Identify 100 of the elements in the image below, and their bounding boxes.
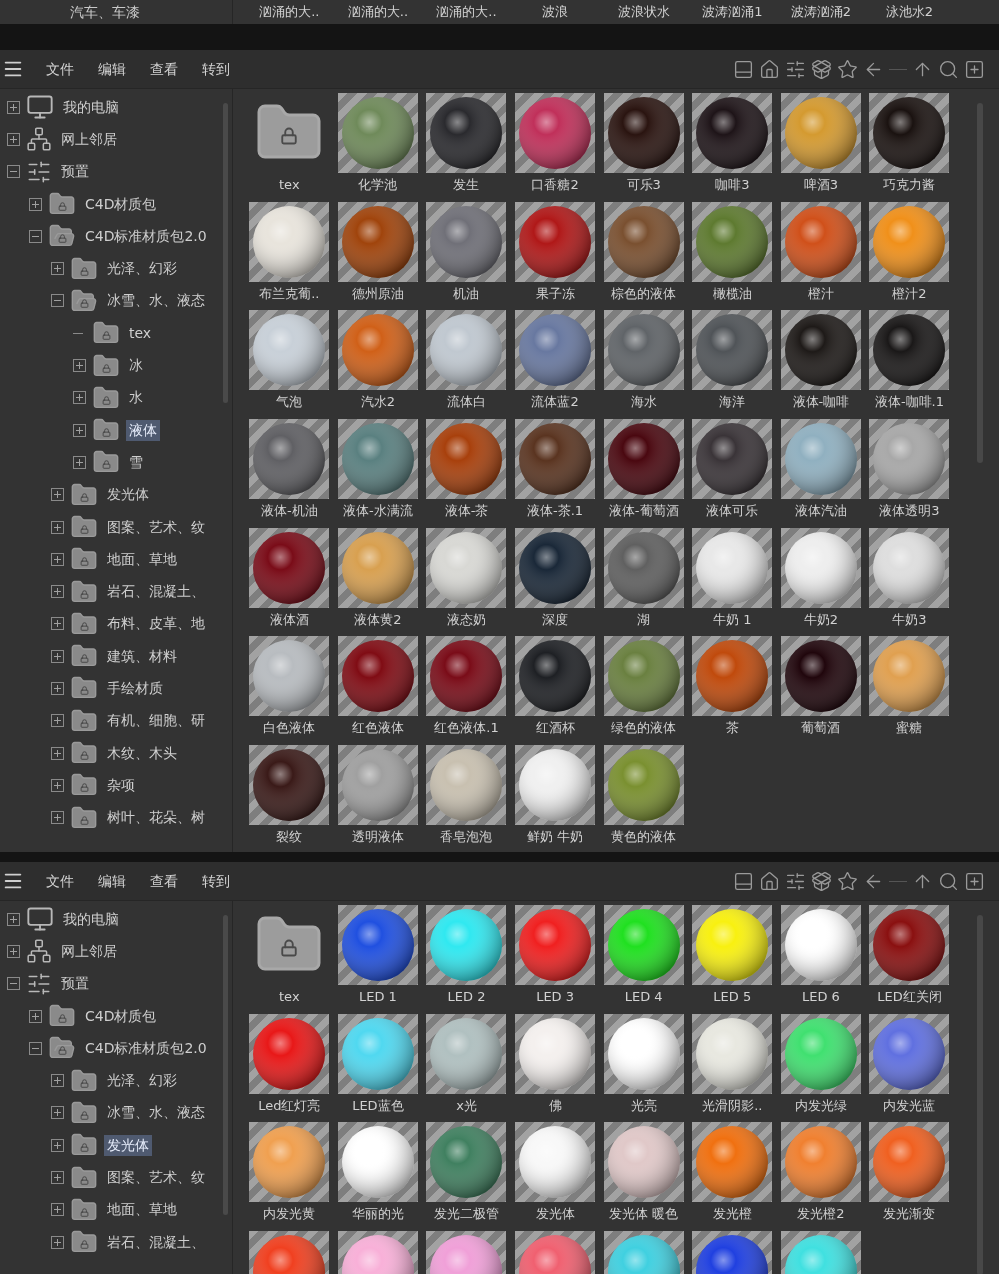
expand-icon[interactable] [51, 520, 64, 534]
expand-icon[interactable] [51, 488, 64, 502]
tree-item[interactable]: C4D标准材质包2.0 [82, 225, 210, 247]
tree-item[interactable]: 预置 [58, 161, 92, 183]
sliders-icon[interactable] [785, 58, 806, 80]
tree-item[interactable]: 液体 [126, 419, 160, 441]
material-name: 发光体 [535, 1205, 575, 1224]
expand-icon[interactable] [51, 714, 64, 728]
menu-item[interactable]: 查看 [138, 870, 190, 892]
star-icon[interactable] [837, 870, 858, 892]
tree-item[interactable]: 我的电脑 [60, 96, 122, 118]
tree-item[interactable]: 手绘材质 [104, 678, 166, 699]
tree-item[interactable]: 预置 [58, 973, 92, 995]
expand-icon[interactable] [51, 1138, 64, 1152]
expand-icon[interactable] [7, 100, 20, 114]
add-icon[interactable] [964, 870, 985, 892]
menu-item[interactable]: 编辑 [86, 870, 138, 892]
expand-icon[interactable] [51, 746, 64, 760]
tree-item[interactable]: 图案、艺术、纹 [104, 1167, 208, 1188]
expand-icon[interactable] [51, 1203, 64, 1217]
tree-item[interactable]: 冰雪、水、液态 [104, 1102, 208, 1124]
menu-item[interactable]: 文件 [34, 870, 86, 892]
box-icon[interactable] [811, 870, 832, 892]
tree-item[interactable]: 发光体 [104, 1134, 152, 1156]
tree-item[interactable]: 地面、草地 [104, 548, 180, 570]
tree-item[interactable]: 岩石、混凝土、 [104, 581, 208, 603]
menu-item[interactable]: 转到 [190, 58, 242, 80]
expand-icon[interactable] [51, 811, 64, 825]
expand-icon[interactable] [51, 649, 64, 663]
home-icon[interactable] [759, 58, 780, 80]
tree-item[interactable]: 我的电脑 [60, 908, 122, 930]
expand-icon[interactable] [73, 359, 86, 372]
expand-icon[interactable] [7, 912, 20, 926]
tree-item[interactable]: 水 [126, 387, 146, 409]
panel-icon[interactable] [733, 58, 754, 80]
expand-icon[interactable] [29, 197, 42, 211]
tree-item[interactable]: 雪 [126, 451, 146, 473]
tree-item[interactable]: tex [126, 322, 155, 344]
expand-icon[interactable] [73, 391, 86, 405]
folder-icon [70, 645, 98, 668]
expand-icon[interactable] [51, 1106, 64, 1120]
menu-item[interactable]: 文件 [34, 58, 86, 80]
tree-item[interactable]: 地面、草地 [104, 1199, 180, 1221]
material-name: 液体-机油 [260, 502, 318, 521]
expand-icon[interactable] [51, 1235, 64, 1249]
tree-item[interactable]: 发光体 [104, 484, 152, 506]
tree-item[interactable]: 光泽、幻彩 [104, 1070, 180, 1092]
tree-item[interactable]: 木纹、木头 [104, 742, 180, 764]
tree-item[interactable]: 网上邻居 [58, 128, 120, 150]
tree-item[interactable]: 有机、细胞、研 [104, 710, 208, 732]
tree-item[interactable]: 杂项 [104, 774, 138, 796]
tree-item[interactable]: C4D材质包 [82, 1005, 160, 1027]
collapse-icon[interactable] [7, 977, 20, 991]
material-name: 液体透明3 [879, 502, 940, 521]
expand-icon[interactable] [73, 423, 86, 437]
open-folder-icon [48, 1037, 76, 1060]
tree-item[interactable]: 冰 [126, 355, 146, 376]
expand-icon[interactable] [51, 552, 64, 566]
tree-item[interactable]: 图案、艺术、纹 [104, 516, 208, 538]
menu-item[interactable]: 转到 [190, 870, 242, 892]
collapse-icon[interactable] [7, 165, 20, 179]
material-name: 橄榄油 [712, 284, 752, 303]
expand-icon[interactable] [51, 778, 64, 792]
material-name: 黄色的液体 [611, 828, 677, 847]
tree-item[interactable]: 建筑、材料 [104, 645, 180, 667]
collapse-icon[interactable] [29, 229, 42, 243]
expand-icon[interactable] [51, 682, 64, 695]
add-icon[interactable] [964, 58, 985, 80]
tree-item[interactable]: 光泽、幻彩 [104, 258, 180, 280]
tree-item[interactable]: 汽车、车漆 [70, 1, 140, 23]
tree-item[interactable]: 树叶、花朵、树 [104, 807, 208, 829]
expand-icon[interactable] [73, 455, 86, 469]
tree-item[interactable]: C4D标准材质包2.0 [82, 1037, 210, 1059]
panel-icon[interactable] [733, 870, 754, 892]
expand-icon[interactable] [7, 132, 20, 146]
menu-item[interactable]: 查看 [138, 58, 190, 80]
search-icon[interactable] [938, 58, 959, 80]
search-icon[interactable] [938, 870, 959, 892]
collapse-icon[interactable] [51, 294, 64, 308]
material-name: 液体-咖啡.1 [874, 393, 944, 412]
tree-item[interactable]: 岩石、混凝土、 [104, 1231, 208, 1253]
expand-icon[interactable] [7, 944, 20, 958]
sliders-icon[interactable] [785, 870, 806, 892]
folder-icon [70, 774, 98, 797]
tree-item[interactable]: 冰雪、水、液态 [104, 290, 208, 312]
collapse-icon[interactable] [29, 1041, 42, 1055]
expand-icon[interactable] [51, 585, 64, 599]
expand-icon[interactable] [51, 1074, 64, 1088]
material-name: 咖啡3 [715, 176, 750, 194]
menu-item[interactable]: 编辑 [86, 58, 138, 80]
home-icon[interactable] [759, 870, 780, 892]
tree-item[interactable]: 网上邻居 [58, 940, 120, 962]
expand-icon[interactable] [51, 1171, 64, 1184]
expand-icon[interactable] [51, 262, 64, 276]
star-icon[interactable] [837, 58, 858, 80]
box-icon[interactable] [811, 58, 832, 80]
expand-icon[interactable] [51, 617, 64, 631]
tree-item[interactable]: C4D材质包 [82, 193, 160, 215]
tree-item[interactable]: 布料、皮革、地 [104, 613, 208, 635]
expand-icon[interactable] [29, 1009, 42, 1023]
